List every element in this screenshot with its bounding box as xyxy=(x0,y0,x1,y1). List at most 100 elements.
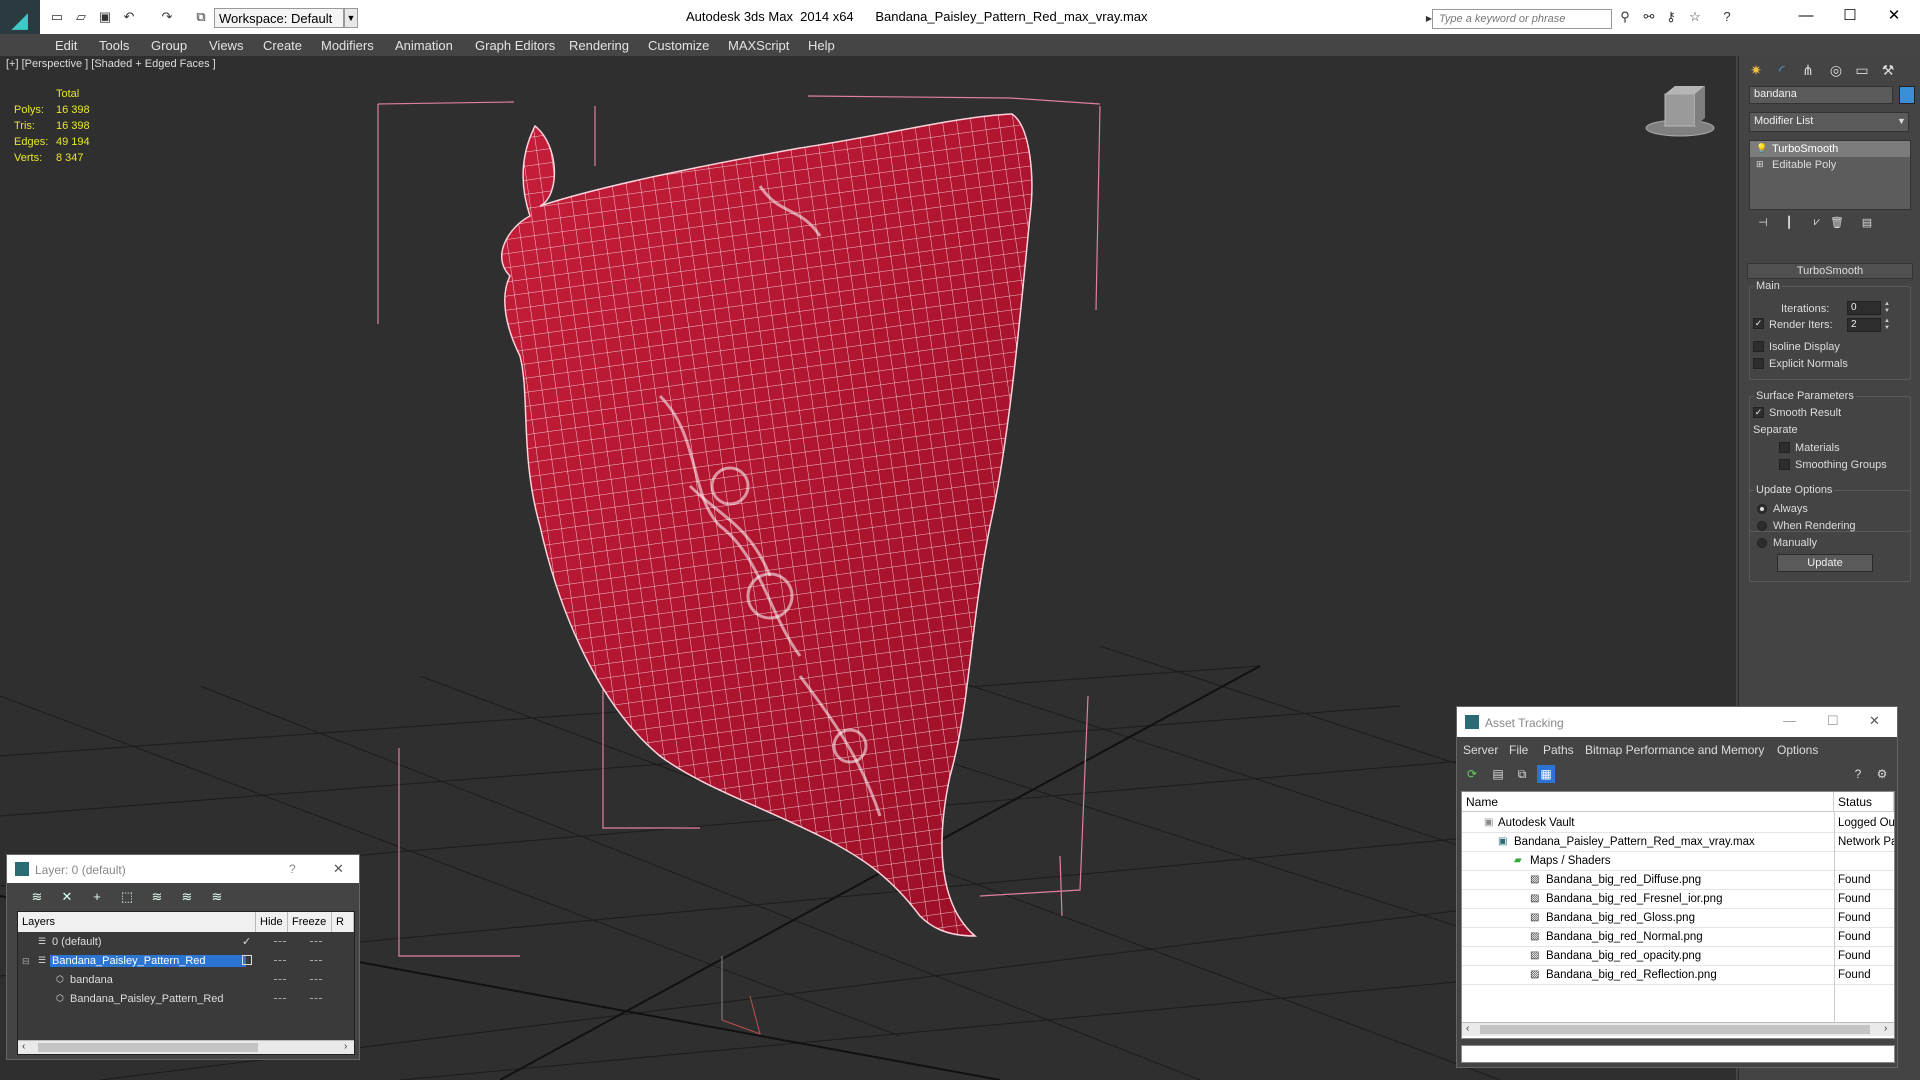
menu-paths[interactable]: Paths xyxy=(1543,743,1574,757)
menu-help[interactable]: Help xyxy=(808,38,835,53)
show-end-result-icon[interactable]: ┃ xyxy=(1779,216,1799,232)
layer-row[interactable]: ⊟ ☰ Bandana_Paisley_Pattern_Red xyxy=(18,952,354,971)
refresh-icon[interactable]: ⟳ xyxy=(1463,765,1481,783)
isoline-display-checkbox[interactable] xyxy=(1753,341,1764,352)
spinner-arrows-icon[interactable]: ▲ ▼ xyxy=(1883,301,1891,315)
motion-tab-icon[interactable]: ◎ xyxy=(1823,59,1849,81)
col-status[interactable]: Status xyxy=(1834,792,1894,812)
asset-row[interactable]: ▣ Autodesk Vault Logged Ou xyxy=(1462,814,1894,833)
set-active-box[interactable] xyxy=(242,955,252,965)
always-radio[interactable] xyxy=(1757,504,1767,514)
asset-path-field[interactable] xyxy=(1461,1045,1895,1063)
layer-dialog-titlebar[interactable]: Layer: 0 (default) ? ✕ xyxy=(7,855,359,883)
delete-layer-icon[interactable]: ✕ xyxy=(57,889,77,907)
object-name-field[interactable]: bandana xyxy=(1749,86,1893,104)
asset-row[interactable]: ▨ Bandana_big_red_Reflection.png Found xyxy=(1462,966,1894,985)
stack-item-turbosmooth[interactable]: 💡 TurboSmooth xyxy=(1750,141,1910,157)
horizontal-scrollbar[interactable]: ‹ › xyxy=(18,1040,354,1054)
search-input[interactable]: Type a keyword or phrase xyxy=(1432,9,1612,29)
render-iters-spinner[interactable]: 2 xyxy=(1847,318,1881,332)
col-hide[interactable]: Hide xyxy=(256,912,288,932)
menu-server[interactable]: Server xyxy=(1463,743,1498,757)
maximize-icon[interactable]: ☐ xyxy=(1830,4,1870,28)
star-icon[interactable]: ☆ xyxy=(1686,9,1704,25)
hide-toggle[interactable] xyxy=(274,979,286,981)
scroll-right-icon[interactable]: › xyxy=(344,1041,347,1052)
highlight-layer-icon[interactable]: ≋ xyxy=(147,889,167,907)
manually-radio[interactable] xyxy=(1757,538,1767,548)
list-view-icon[interactable]: ▤ xyxy=(1489,765,1507,783)
workspace-dropdown[interactable]: Workspace: Default xyxy=(214,8,344,28)
freeze-toggle[interactable] xyxy=(310,960,322,962)
menu-options[interactable]: Options xyxy=(1777,743,1818,757)
create-tab-icon[interactable]: ✷ xyxy=(1743,59,1769,81)
binoculars-icon[interactable]: ⚲ xyxy=(1616,9,1634,25)
layer-row[interactable]: ☰ 0 (default) ✓ xyxy=(18,933,354,952)
minimize-icon[interactable]: — xyxy=(1783,713,1796,728)
new-file-icon[interactable]: ▭ xyxy=(48,9,66,25)
col-freeze[interactable]: Freeze xyxy=(288,912,332,932)
hierarchy-tab-icon[interactable]: ⋔ xyxy=(1795,59,1821,81)
collapse-icon[interactable]: ⊟ xyxy=(22,956,30,967)
menu-file[interactable]: File xyxy=(1509,743,1528,757)
horizontal-scrollbar[interactable]: ‹ › xyxy=(1462,1022,1894,1036)
freeze-toggle[interactable] xyxy=(310,941,322,943)
turbosmooth-rollout-header[interactable]: TurboSmooth xyxy=(1747,263,1913,279)
chevron-down-icon[interactable]: ▼ xyxy=(1897,116,1906,126)
menu-group[interactable]: Group xyxy=(151,38,187,53)
active-check-icon[interactable]: ✓ xyxy=(242,935,251,948)
expand-icon[interactable]: ⊞ xyxy=(1756,159,1766,169)
asset-row[interactable]: ▣ Bandana_Paisley_Pattern_Red_max_vray.m… xyxy=(1462,833,1894,852)
make-unique-icon[interactable]: ⩗ xyxy=(1807,216,1827,232)
scroll-thumb[interactable] xyxy=(1480,1025,1870,1034)
col-render[interactable]: R xyxy=(332,912,354,932)
asset-row[interactable]: ▨ Bandana_big_red_Fresnel_ior.png Found xyxy=(1462,890,1894,909)
freeze-all-icon[interactable]: ≋ xyxy=(207,889,227,907)
menu-customize[interactable]: Customize xyxy=(648,38,709,53)
remove-modifier-icon[interactable]: 🗑 xyxy=(1827,216,1847,232)
help-icon[interactable]: ? xyxy=(1849,765,1867,783)
asset-row[interactable]: ▨ Bandana_big_red_Gloss.png Found xyxy=(1462,909,1894,928)
viewport-label[interactable]: [+] [Perspective ] [Shaded + Edged Faces… xyxy=(6,58,216,70)
hide-toggle[interactable] xyxy=(274,941,286,943)
smooth-result-checkbox[interactable]: ✓ xyxy=(1753,407,1764,418)
asset-row[interactable]: ▨ Bandana_big_red_Diffuse.png Found xyxy=(1462,871,1894,890)
materials-checkbox[interactable] xyxy=(1779,442,1790,453)
spinner-arrows-icon[interactable]: ▲ ▼ xyxy=(1883,318,1891,332)
undo-icon[interactable]: ↶ xyxy=(120,9,138,25)
layer-row[interactable]: ⬡ Bandana_Paisley_Pattern_Red xyxy=(18,990,354,1009)
utilities-tab-icon[interactable]: ⚒ xyxy=(1875,59,1901,81)
explicit-normals-checkbox[interactable] xyxy=(1753,358,1764,369)
menu-create[interactable]: Create xyxy=(263,38,302,53)
menu-graph-editors[interactable]: Graph Editors xyxy=(475,38,555,53)
modifier-stack[interactable]: 💡 TurboSmooth ⊞ Editable Poly xyxy=(1749,140,1911,210)
menu-rendering[interactable]: Rendering xyxy=(569,38,629,53)
menu-maxscript[interactable]: MAXScript xyxy=(728,38,789,53)
help-icon[interactable]: ? xyxy=(289,862,296,876)
communication-icon[interactable]: ⚯ xyxy=(1640,9,1658,25)
pin-stack-icon[interactable]: ⊣ xyxy=(1753,216,1773,232)
freeze-toggle[interactable] xyxy=(310,998,322,1000)
col-layers[interactable]: Layers xyxy=(18,912,256,932)
settings-icon[interactable]: ⚙ xyxy=(1873,765,1891,783)
help-icon[interactable]: ? xyxy=(1718,9,1736,25)
scroll-left-icon[interactable]: ‹ xyxy=(1466,1023,1469,1034)
configure-sets-icon[interactable]: ▤ xyxy=(1857,216,1877,232)
asset-row[interactable]: ▨ Bandana_big_red_Normal.png Found xyxy=(1462,928,1894,947)
project-folder-icon[interactable]: ⧉ xyxy=(192,9,210,25)
close-icon[interactable]: ✕ xyxy=(333,861,344,877)
close-icon[interactable]: ✕ xyxy=(1869,713,1880,729)
scroll-left-icon[interactable]: ‹ xyxy=(22,1041,25,1052)
object-color-swatch[interactable] xyxy=(1899,86,1915,104)
render-iters-checkbox[interactable]: ✓ xyxy=(1753,318,1764,329)
menu-tools[interactable]: Tools xyxy=(99,38,129,53)
update-button[interactable]: Update xyxy=(1777,554,1873,572)
hide-all-icon[interactable]: ≋ xyxy=(177,889,197,907)
menu-bitmap-performance[interactable]: Bitmap Performance and Memory xyxy=(1585,743,1764,757)
scroll-right-icon[interactable]: › xyxy=(1884,1023,1887,1034)
when-rendering-radio[interactable] xyxy=(1757,521,1767,531)
tree-view-icon[interactable]: ⧉ xyxy=(1513,765,1531,783)
menu-edit[interactable]: Edit xyxy=(55,38,77,53)
add-to-layer-icon[interactable]: + xyxy=(87,889,107,907)
table-view-icon[interactable]: ▦ xyxy=(1537,765,1555,783)
